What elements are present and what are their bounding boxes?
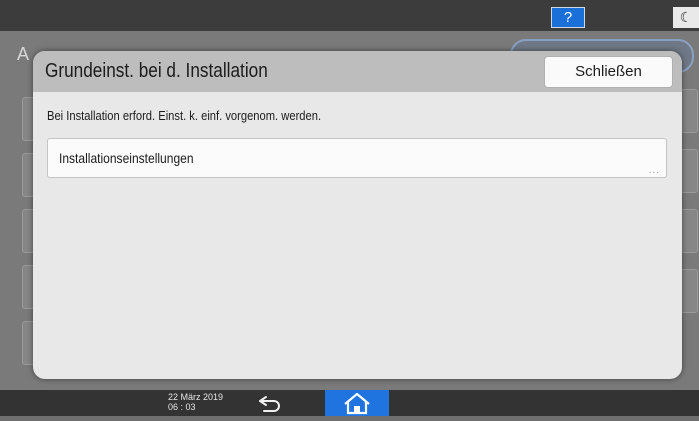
dialog-description: Bei Installation erford. Einst. k. einf.… — [47, 108, 322, 123]
back-button[interactable] — [254, 392, 288, 414]
background-title: A — [17, 44, 30, 64]
dialog-header: Grundeinst. bei d. Installation Schließe… — [33, 51, 682, 92]
installation-settings-item[interactable]: Installationseinstellungen ... — [47, 138, 667, 178]
settings-dialog: Grundeinst. bei d. Installation Schließe… — [33, 51, 682, 379]
dialog-title: Grundeinst. bei d. Installation — [45, 60, 268, 82]
help-button[interactable]: ? — [551, 7, 585, 28]
more-indicator: ... — [648, 165, 660, 176]
time-text: 06 : 03 — [168, 402, 196, 412]
status-bar: ? ☾ — [0, 0, 699, 31]
bottom-bar: 22 März 2019 06 : 03 — [0, 390, 699, 416]
home-icon — [344, 392, 370, 415]
setting-item-label: Installationseinstellungen — [59, 150, 194, 166]
home-button[interactable] — [325, 390, 389, 416]
close-button[interactable]: Schließen — [544, 56, 673, 88]
date-text: 22 März 2019 — [168, 392, 224, 402]
moon-icon: ☾ — [679, 9, 693, 25]
back-arrow-icon — [259, 396, 280, 412]
date-time: 22 März 2019 06 : 03 — [168, 392, 223, 412]
night-mode-button[interactable]: ☾ — [673, 7, 699, 28]
